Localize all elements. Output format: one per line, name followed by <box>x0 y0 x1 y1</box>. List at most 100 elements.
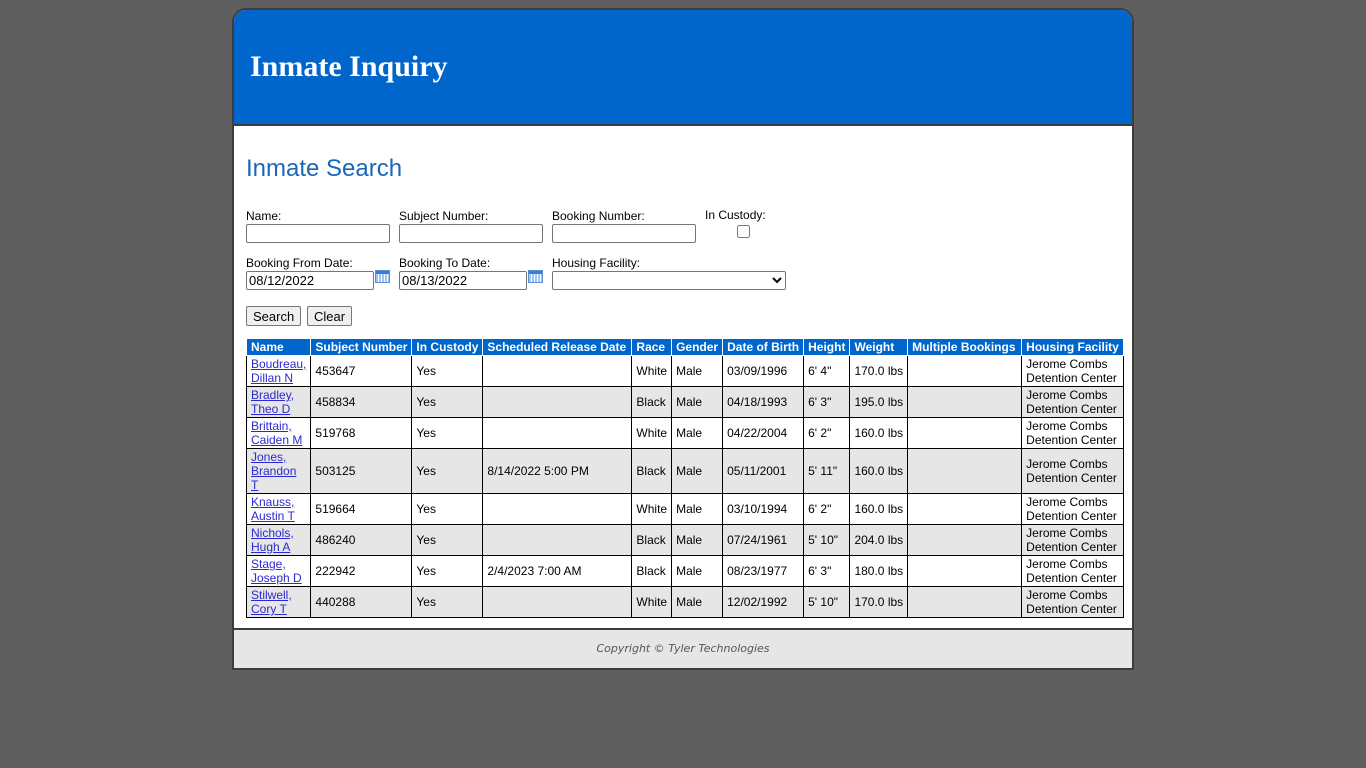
cell-gender-text: Male <box>676 426 703 440</box>
inmate-name-link[interactable]: Stilwell, Cory T <box>251 588 292 616</box>
cell-in-custody-text: Yes <box>416 533 436 547</box>
cell-gender-text: Male <box>676 502 703 516</box>
cell-gender: Male <box>671 386 724 418</box>
cell-height: 5' 10" <box>803 524 851 556</box>
search-button[interactable]: Search <box>246 306 302 326</box>
housing-facility-label: Housing Facility: <box>552 256 641 270</box>
header: Inmate Inquiry <box>234 10 1132 126</box>
cell-dob: 03/09/1996 <box>722 355 805 387</box>
cell-housing-facility-text: Jerome Combs Detention Center <box>1026 557 1117 585</box>
column-header-multiple-bookings[interactable]: Multiple Bookings <box>907 338 1023 356</box>
table-row: Stilwell, Cory T 440288 Yes White Male 12/02/… <box>245 586 1124 618</box>
cell-housing-facility-text: Jerome Combs Detention Center <box>1026 357 1117 385</box>
cell-gender-text: Male <box>676 533 703 547</box>
cell-release-date <box>482 493 633 525</box>
cell-dob: 04/18/1993 <box>722 386 805 418</box>
cell-subject-number: 222942 <box>310 555 413 587</box>
cell-in-custody-text: Yes <box>416 502 436 516</box>
cell-release-date <box>482 417 633 449</box>
inmate-name-link[interactable]: Nichols, Hugh A <box>251 526 294 554</box>
housing-facility-select[interactable] <box>552 271 786 290</box>
cell-subject-number-text: 440288 <box>315 595 356 609</box>
cell-race-text: Black <box>636 533 666 547</box>
booking-from-date-label: Booking From Date: <box>246 256 353 270</box>
column-header-gender[interactable]: Gender <box>671 338 724 356</box>
cell-height: 6' 3" <box>803 555 851 587</box>
cell-multiple-bookings <box>907 493 1023 525</box>
column-header-subject-number[interactable]: Subject Number <box>310 338 413 356</box>
column-header-housing-facility[interactable]: Housing Facility <box>1021 338 1124 356</box>
cell-dob-text: 03/09/1996 <box>727 364 788 378</box>
app-title: Inmate Inquiry <box>250 50 448 83</box>
cell-subject-number: 458834 <box>310 386 413 418</box>
cell-height-text: 5' 10" <box>808 533 839 547</box>
column-header-release-date[interactable]: Scheduled Release Date <box>482 338 633 356</box>
calendar-icon[interactable] <box>375 270 390 283</box>
subject-number-input[interactable] <box>399 224 543 243</box>
table-row: Knauss, Austin T 519664 Yes White Male 03/10/… <box>245 493 1124 525</box>
name-input[interactable] <box>246 224 390 243</box>
cell-in-custody-text: Yes <box>416 364 436 378</box>
column-header-name[interactable]: Name <box>245 338 312 356</box>
cell-weight-text: 160.0 lbs <box>854 426 904 440</box>
column-header-race[interactable]: Race <box>631 338 673 356</box>
column-header-dob[interactable]: Date of Birth <box>722 338 805 356</box>
cell-race: White <box>631 417 673 449</box>
in-custody-checkbox[interactable] <box>737 225 750 238</box>
cell-multiple-bookings <box>907 386 1023 418</box>
cell-housing-facility: Jerome Combs Detention Center <box>1021 386 1124 418</box>
cell-in-custody-text: Yes <box>416 564 436 578</box>
cell-name: Jones, Brandon T <box>245 448 312 494</box>
cell-subject-number-text: 486240 <box>315 533 356 547</box>
results-table: Name Subject Number In Custody Scheduled… <box>245 338 1124 618</box>
booking-to-date-input[interactable] <box>399 271 527 290</box>
cell-in-custody: Yes <box>411 355 484 387</box>
cell-housing-facility-text: Jerome Combs Detention Center <box>1026 495 1117 523</box>
column-header-weight[interactable]: Weight <box>849 338 909 356</box>
cell-height: 6' 2" <box>803 417 851 449</box>
inmate-name-link[interactable]: Bradley, Theo D <box>251 388 294 416</box>
cell-subject-number-text: 222942 <box>315 564 356 578</box>
in-custody-label: In Custody: <box>705 208 766 222</box>
cell-release-date: 8/14/2022 5:00 PM <box>482 448 633 494</box>
cell-name: Knauss, Austin T <box>245 493 312 525</box>
column-header-in-custody[interactable]: In Custody <box>411 338 484 356</box>
inmate-name-link[interactable]: Boudreau, Dillan N <box>251 357 306 385</box>
cell-weight-text: 195.0 lbs <box>854 395 904 409</box>
table-row: Brittain, Caiden M 519768 Yes White Male 04/2… <box>245 417 1124 449</box>
cell-subject-number: 453647 <box>310 355 413 387</box>
page-title: Inmate Search <box>246 155 403 182</box>
inmate-name-link[interactable]: Knauss, Austin T <box>251 495 295 523</box>
booking-number-input[interactable] <box>552 224 696 243</box>
table-row: Jones, Brandon T 503125 Yes 8/14/2022 5:00 … <box>245 448 1124 494</box>
cell-height-text: 6' 3" <box>808 564 832 578</box>
cell-weight-text: 180.0 lbs <box>854 564 904 578</box>
cell-housing-facility-text: Jerome Combs Detention Center <box>1026 588 1117 616</box>
cell-in-custody-text: Yes <box>416 595 436 609</box>
cell-subject-number-text: 503125 <box>315 464 356 478</box>
cell-in-custody: Yes <box>411 586 484 618</box>
cell-height-text: 6' 2" <box>808 426 832 440</box>
inmate-name-link[interactable]: Stage, Joseph D <box>251 557 302 585</box>
cell-subject-number: 519768 <box>310 417 413 449</box>
cell-weight: 160.0 lbs <box>849 493 909 525</box>
cell-housing-facility: Jerome Combs Detention Center <box>1021 524 1124 556</box>
cell-gender: Male <box>671 417 724 449</box>
cell-race-text: White <box>636 426 668 440</box>
cell-race-text: Black <box>636 464 666 478</box>
inmate-name-link[interactable]: Jones, Brandon T <box>251 450 296 492</box>
column-header-height[interactable]: Height <box>803 338 851 356</box>
cell-dob: 08/23/1977 <box>722 555 805 587</box>
calendar-icon[interactable] <box>528 270 543 283</box>
cell-race-text: Black <box>636 564 666 578</box>
clear-button[interactable]: Clear <box>307 306 353 326</box>
cell-subject-number: 503125 <box>310 448 413 494</box>
cell-weight-text: 170.0 lbs <box>854 364 904 378</box>
booking-from-date-input[interactable] <box>246 271 374 290</box>
cell-race-text: White <box>636 364 668 378</box>
cell-height-text: 6' 3" <box>808 395 832 409</box>
cell-dob: 04/22/2004 <box>722 417 805 449</box>
cell-race-text: White <box>636 595 668 609</box>
cell-race: Black <box>631 448 673 494</box>
inmate-name-link[interactable]: Brittain, Caiden M <box>251 419 302 447</box>
